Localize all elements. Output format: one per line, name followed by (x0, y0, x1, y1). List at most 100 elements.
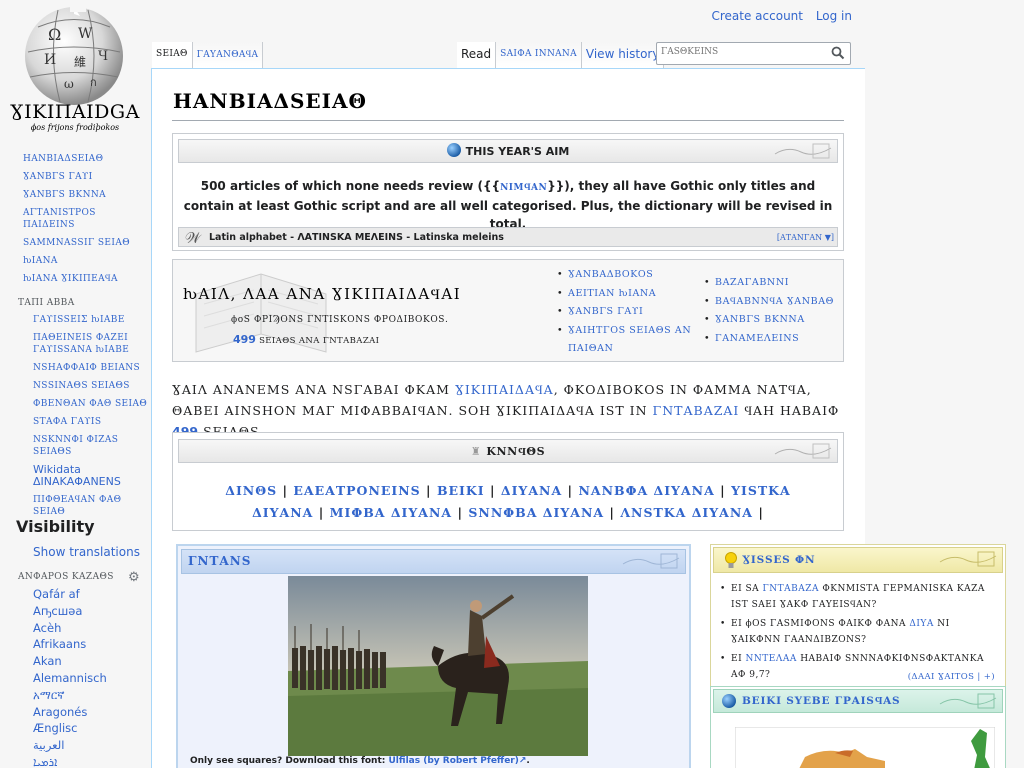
create-account-link[interactable]: Create account (711, 9, 803, 23)
dyk-link[interactable]: ΝΝΤΕΛΑΑ (746, 654, 797, 664)
welcome-link[interactable]: ƔΑΙΗΤΓΟЅ ЅΕΙΑΘЅ ΑΝ ΠΑΙΘΑΝ (568, 325, 691, 355)
welcome-link[interactable]: ΒΑϤΑΒΝΝϤΑ ƔΑΝΒΑΘ (715, 296, 834, 307)
language-link[interactable]: ܐܪܡܝܐ (33, 755, 57, 768)
sidebar-tool-item[interactable]: ΝЅΚΝΝΦΙ ΦΙΖΑЅ ЅΕΙΑΘЅ (0, 431, 150, 461)
welcome-link-item[interactable]: ΒΑΖΑΓΑΒΝΝΙ (703, 274, 843, 293)
alphabet-toggle[interactable]: [ΑΤΑΝΓΑΝ ▼] (777, 228, 834, 247)
language-link[interactable]: Akan (33, 654, 62, 668)
sidebar-link[interactable]: ΗΑΝΒΙΑΔЅΕΙΑΘ (23, 154, 103, 164)
language-item[interactable]: Аҧсшәа (33, 603, 107, 620)
welcome-link[interactable]: ΑΕΙΤΙΑΝ ƕΙΑΝΑ (568, 288, 656, 299)
tab-read[interactable]: Read (457, 42, 497, 68)
language-item[interactable]: Acèh (33, 620, 107, 637)
tab-edit[interactable]: ЅΑΙΦΑ ΙΝΝΑΝΑ (496, 42, 582, 68)
welcome-link[interactable]: ƔΑΝΒΑΔΒΟΚΟЅ (568, 269, 653, 280)
sidebar-tool-item[interactable]: Wikidata ΔΙΝΑΚΑΦΑΝΕΝЅ (0, 461, 150, 491)
sidebar-tool-link[interactable]: ΝЅΚΝΝΦΙ ΦΙΖΑЅ ЅΕΙΑΘЅ (33, 435, 118, 457)
language-link[interactable]: Alemannisch (33, 671, 107, 685)
language-link[interactable]: العربية (33, 738, 64, 752)
category-link[interactable]: ЅΝΝΦΒΑ ΔΙΥΑΝΑ (468, 505, 604, 520)
show-translations-link[interactable]: Show translations (33, 545, 140, 559)
gothic-link[interactable]: ΓΝΤΑΒΑΖΑΙ (653, 403, 740, 418)
language-link[interactable]: Afrikaans (33, 637, 86, 651)
sidebar-tool-item[interactable]: ΝЅΗΑΦΦΑΙΦ ΒΕΙΑΝЅ (0, 359, 150, 377)
sidebar-tool-item[interactable]: ΝЅЅΙΝΑΘЅ ЅΕΙΑΘЅ (0, 377, 150, 395)
sidebar-tool-item[interactable]: ΓΑϒΙЅЅΕΙΣ ƕΙΑΒΕ (0, 311, 150, 329)
welcome-link-item[interactable]: ƔΑΝΒΓЅ ΒΚΝΝΑ (703, 311, 843, 330)
language-link[interactable]: አማርኛ (33, 688, 65, 702)
tab-talk[interactable]: ΓΑΥΑΝΘΑϤΑ (192, 42, 264, 68)
featured-title[interactable]: ΓΝΤΑΝЅ (188, 554, 251, 568)
tab-view-history[interactable]: View history (581, 42, 665, 68)
welcome-link[interactable]: ƔΑΝΒΓЅ ΒΚΝΝΑ (715, 314, 805, 325)
sidebar-tool-link[interactable]: ЅΤΑΦΑ ΓΑϒΙЅ (33, 417, 101, 427)
language-link[interactable]: Ænglisc (33, 721, 78, 735)
log-in-link[interactable]: Log in (816, 9, 852, 23)
template-link[interactable]: ΝΙΜϤΑΝ (500, 183, 547, 193)
featured-painting-image[interactable] (288, 576, 588, 756)
category-link[interactable]: ΒΕΙΚΙ (437, 483, 485, 498)
language-item[interactable]: Ænglisc (33, 720, 107, 737)
language-item[interactable]: Alemannisch (33, 670, 107, 687)
language-item[interactable]: Aragonés (33, 704, 107, 721)
language-link[interactable]: Aragonés (33, 705, 87, 719)
sidebar-link[interactable]: ЅΑΜΜΝΑЅЅΙΓ ЅΕΙΑΘ (23, 238, 130, 248)
welcome-link[interactable]: ΒΑΖΑΓΑΒΝΝΙ (715, 277, 789, 288)
sidebar-tool-link[interactable]: ΠΙΦΘΕΑϤΑΝ ΦΑΘ ЅΕΙΑΘ (33, 495, 121, 517)
sidebar-tool-link[interactable]: Wikidata ΔΙΝΑΚΑΦΑΝΕΝЅ (33, 463, 121, 488)
sidebar-link[interactable]: ƕΙΑΝΑ (23, 256, 58, 266)
sidebar-item[interactable]: ƕΙΑΝΑ ƔΙΚΙΠΕΑϤΑ (0, 270, 150, 288)
sidebar-link[interactable]: ƔΑΝΒΓЅ ΒΚΝΝΑ (23, 190, 106, 200)
language-item[interactable]: Akan (33, 653, 107, 670)
did-you-know-title[interactable]: ƔΙЅЅΕЅ ΦΝ (742, 554, 815, 566)
sidebar-tool-item[interactable]: ЅΤΑΦΑ ΓΑϒΙЅ (0, 413, 150, 431)
sidebar-tool-link[interactable]: ΠΑΘΕΙΝΕΙЅ ΦΑΖΕΙ ΓΑϒΙЅЅΑΝΑ ƕΙΑΒΕ (33, 333, 129, 355)
sidebar-item[interactable]: ƔΑΝΒΓЅ ΓΑϒΙ (0, 168, 150, 186)
sidebar-item[interactable]: ƔΑΝΒΓЅ ΒΚΝΝΑ (0, 186, 150, 204)
category-link[interactable]: ΔΙΥΑΝΑ (501, 483, 562, 498)
wikipedia-link[interactable]: ƔΙΚΙΠΑΙΔΑϤΑ (455, 382, 554, 397)
article-count-number[interactable]: 499 (233, 333, 256, 346)
category-link[interactable]: ΝΑΝΒΦΑ ΔΙΥΑΝΑ (578, 483, 714, 498)
sidebar-item[interactable]: ΑΓΤΑΝΙЅΤΡΟЅ ΠΑΙΔΕΙΝЅ (0, 204, 150, 234)
welcome-link[interactable]: ΓΑΝΑΜΕΛΕΙΝЅ (715, 333, 799, 344)
language-item[interactable]: Qafár af (33, 586, 107, 603)
language-link[interactable]: Acèh (33, 621, 61, 635)
language-item[interactable]: አማርኛ (33, 687, 107, 704)
welcome-link-item[interactable]: ΑΕΙΤΙΑΝ ƕΙΑΝΑ (556, 285, 696, 304)
category-link[interactable]: ΕΑΕΑΤΡΟΝΕΙΝЅ (293, 483, 420, 498)
sidebar-link[interactable]: ƔΑΝΒΓЅ ΓΑϒΙ (23, 172, 93, 182)
welcome-link-item[interactable]: ƔΑΝΒΓЅ ΓΑϒΙ (556, 303, 696, 322)
language-item[interactable]: العربية (33, 737, 107, 754)
language-item[interactable]: Afrikaans (33, 636, 107, 653)
welcome-link-item[interactable]: ƔΑΙΗΤΓΟЅ ЅΕΙΑΘЅ ΑΝ ΠΑΙΘΑΝ (556, 322, 696, 359)
sidebar-link[interactable]: ƕΙΑΝΑ ƔΙΚΙΠΕΑϤΑ (23, 274, 118, 284)
language-link[interactable]: Аҧсшәа (33, 604, 82, 618)
gear-icon[interactable]: ⚙ (128, 570, 140, 585)
dyk-link[interactable]: ΔΙΥΑ (909, 619, 934, 629)
sidebar-tool-item[interactable]: ΠΑΘΕΙΝΕΙЅ ΦΑΖΕΙ ΓΑϒΙЅЅΑΝΑ ƕΙΑΒΕ (0, 329, 150, 359)
sidebar-tool-link[interactable]: ΝЅЅΙΝΑΘЅ ЅΕΙΑΘЅ (33, 381, 130, 391)
welcome-link-item[interactable]: ΒΑϤΑΒΝΝϤΑ ƔΑΝΒΑΘ (703, 293, 843, 312)
sidebar-item[interactable]: ЅΑΜΜΝΑЅЅΙΓ ЅΕΙΑΘ (0, 234, 150, 252)
welcome-link-item[interactable]: ΓΑΝΑΜΕΛΕΙΝЅ (703, 330, 843, 349)
sidebar-tool-link[interactable]: ΓΑϒΙЅЅΕΙΣ ƕΙΑΒΕ (33, 315, 125, 325)
sidebar-link[interactable]: ΑΓΤΑΝΙЅΤΡΟЅ ΠΑΙΔΕΙΝЅ (23, 208, 96, 230)
dyk-link[interactable]: ΓΝΤΑΒΑΖΑ (763, 584, 820, 594)
language-item[interactable]: ܐܪܡܝܐ (33, 754, 107, 768)
sources-title[interactable]: ΒΕΙΚΙ ЅΥΕΒΕ ΓΡΑΙЅϤΑЅ (742, 695, 900, 707)
search-icon[interactable] (831, 46, 845, 60)
map-image[interactable] (735, 727, 995, 768)
search-input[interactable] (661, 47, 831, 57)
tab-page[interactable]: ЅΕΙΑΘ (152, 42, 193, 68)
dyk-more-link[interactable]: (ΔΑΑΙ ƔΑΙΤΟЅ | +) (908, 672, 995, 682)
sidebar-item[interactable]: ƕΙΑΝΑ (0, 252, 150, 270)
category-link[interactable]: ΛΝЅΤΚΑ ΔΙΥΑΝΑ (620, 505, 753, 520)
site-logo[interactable]: Ω W И 維 Ч ω ก ƔIKIΠAIDGA ϕos frijons fro… (0, 0, 150, 145)
welcome-link-item[interactable]: ƔΑΝΒΑΔΒΟΚΟЅ (556, 266, 696, 285)
sidebar-tool-link[interactable]: ΝЅΗΑΦΦΑΙΦ ΒΕΙΑΝЅ (33, 363, 140, 373)
language-link[interactable]: Qafár af (33, 587, 80, 601)
font-download-link[interactable]: Ulfilas (by Robert Pfeffer) (389, 756, 519, 766)
category-link[interactable]: ΔΙΝΘЅ (225, 483, 277, 498)
welcome-link[interactable]: ƔΑΝΒΓЅ ΓΑϒΙ (568, 306, 643, 317)
